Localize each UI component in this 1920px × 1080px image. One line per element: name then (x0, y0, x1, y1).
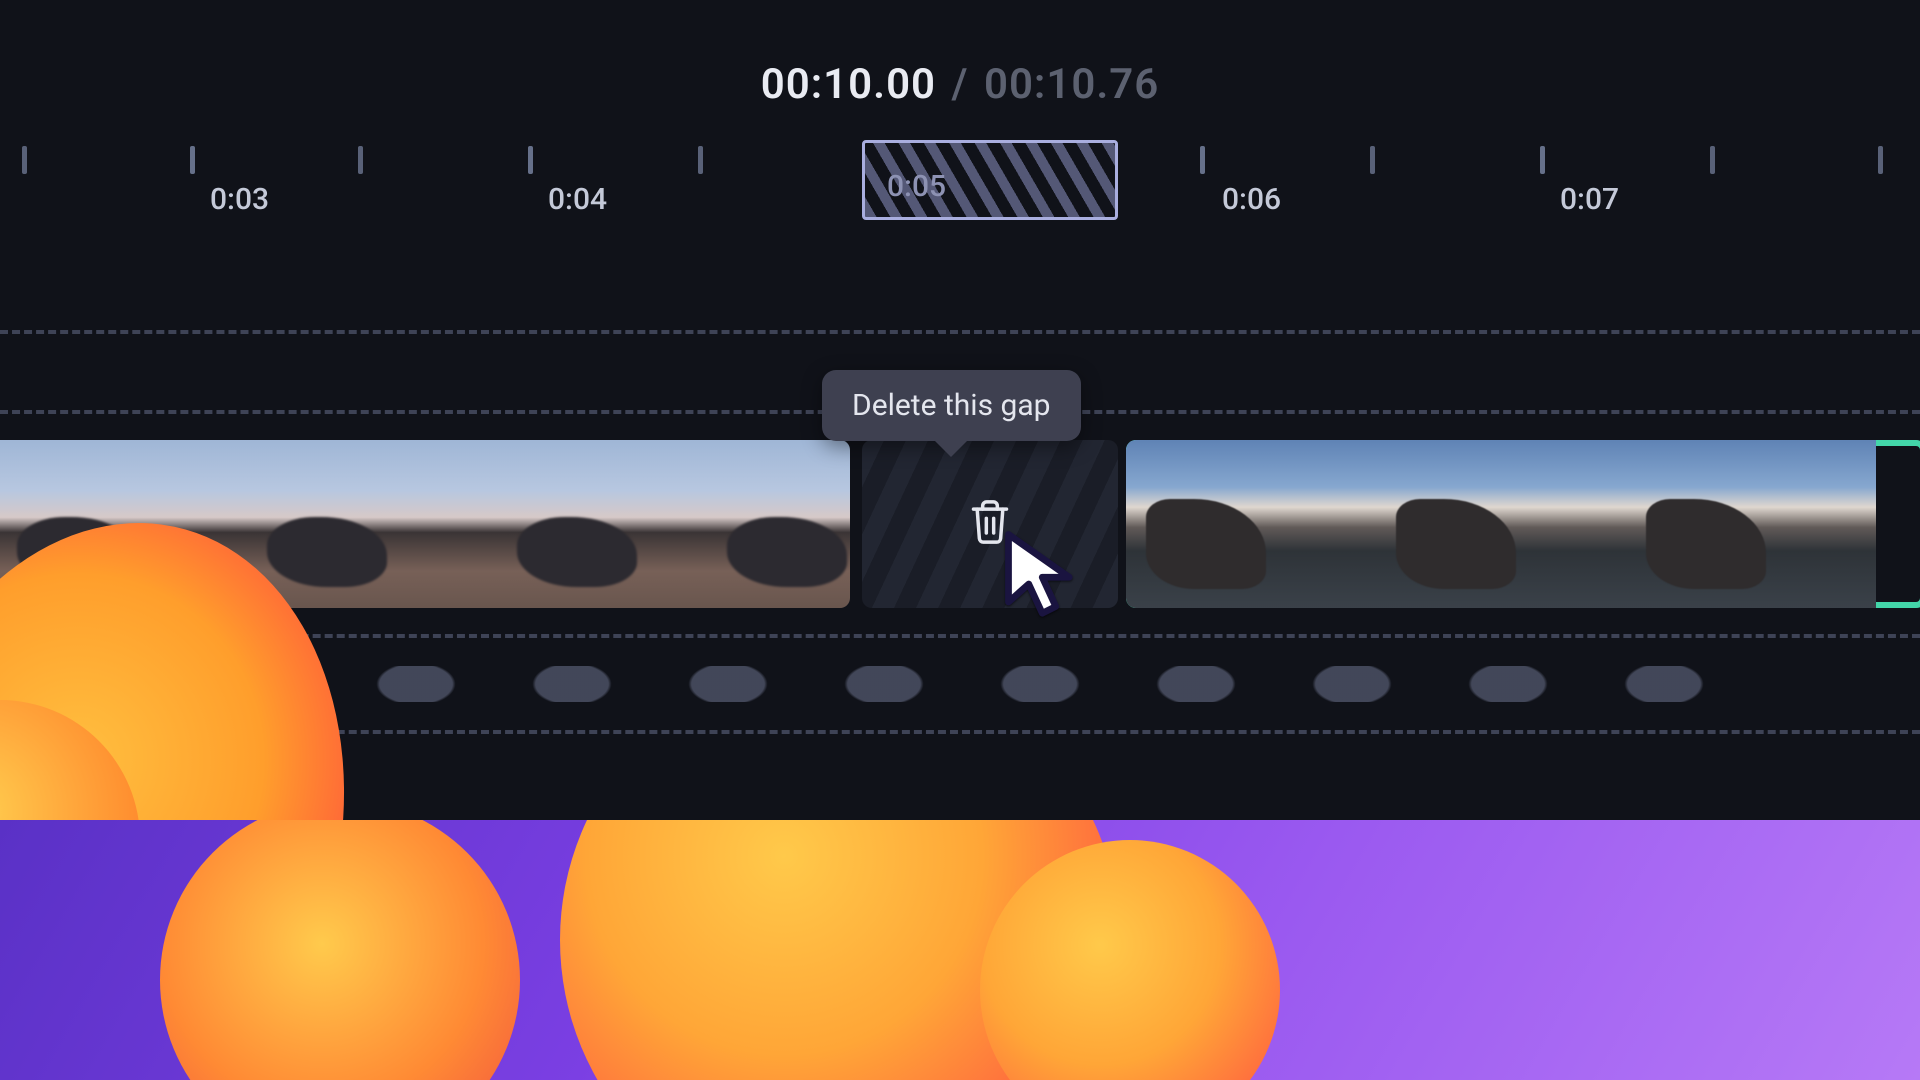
ruler-tick (528, 146, 533, 174)
waveform-segment (512, 666, 632, 702)
track-guide (0, 730, 1920, 734)
timecode-separator: / (952, 60, 969, 109)
clip-thumbnail (1626, 440, 1876, 608)
timecode-readout: 00:10.00 / 00:10.76 (761, 60, 1160, 109)
ruler-tick (358, 146, 363, 174)
clip-thumbnail (190, 440, 440, 608)
waveform-segment (200, 666, 320, 702)
waveform-segment (1292, 666, 1412, 702)
decorative-artwork (0, 820, 1920, 1080)
clip-thumbnail (0, 440, 190, 608)
ruler-selection[interactable]: 0:05 (862, 140, 1118, 220)
clip-thumbnail (1376, 440, 1626, 608)
waveform-segment (1604, 666, 1724, 702)
waveform-segment (1448, 666, 1568, 702)
waveform-segment (980, 666, 1100, 702)
tooltip-text: Delete this gap (852, 388, 1051, 423)
clip-thumbnail (690, 440, 850, 608)
ruler-tick (1370, 146, 1375, 174)
ruler-tick (190, 146, 195, 174)
video-track[interactable] (0, 440, 1920, 608)
waveform-segment (356, 666, 476, 702)
ruler-label: 0:07 (1560, 182, 1619, 217)
track-guide (0, 634, 1920, 638)
waveform-segment (668, 666, 788, 702)
audio-track[interactable] (0, 656, 1920, 712)
clip-thumbnail (1126, 440, 1376, 608)
timecode-total: 00:10.76 (984, 60, 1159, 109)
ruler-tick (1200, 146, 1205, 174)
video-clip-selected[interactable] (1126, 440, 1920, 608)
ruler-label: 0:03 (210, 182, 269, 217)
ruler-tick (22, 146, 27, 174)
ruler-selection-label: 0:05 (887, 169, 946, 204)
ruler-tick (1540, 146, 1545, 174)
timecode-current: 00:10.00 (761, 60, 936, 109)
ruler-tick (1878, 146, 1883, 174)
ruler-label: 0:06 (1222, 182, 1281, 217)
tooltip-delete-gap: Delete this gap (822, 370, 1081, 441)
waveform-segment (1136, 666, 1256, 702)
video-clip[interactable] (0, 440, 850, 608)
waveform-segment (824, 666, 944, 702)
ruler-tick (698, 146, 703, 174)
track-guide (0, 330, 1920, 334)
ruler-tick (1710, 146, 1715, 174)
ruler-label: 0:04 (548, 182, 607, 217)
clip-thumbnail (440, 440, 690, 608)
